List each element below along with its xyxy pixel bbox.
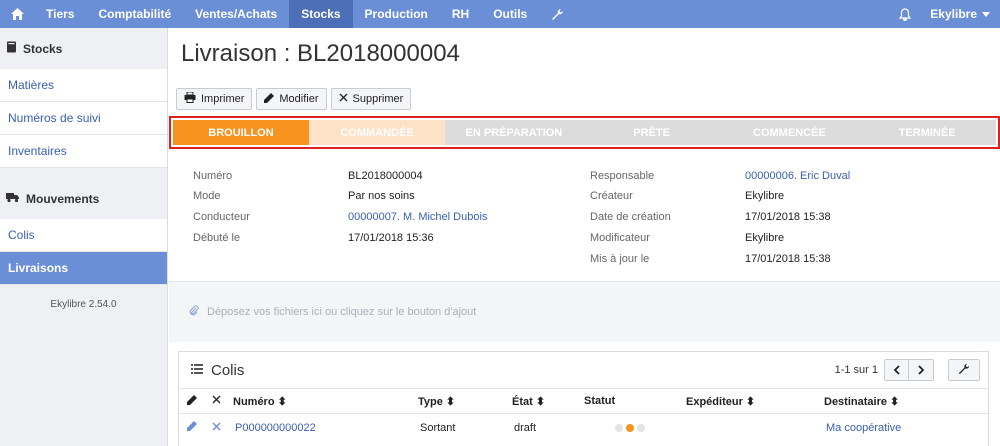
sidebar-item-numeros-de-suivi[interactable]: Numéros de suivi (0, 102, 167, 135)
sidebar-section-stocks: Stocks (0, 28, 167, 69)
detail-label: Mode (193, 190, 221, 202)
page-title: Livraison : BL2018000004 (181, 40, 460, 67)
pager (884, 359, 934, 381)
state-commandee[interactable]: COMMANDÉE (309, 120, 445, 145)
book-icon (6, 41, 17, 56)
printer-icon (184, 91, 196, 106)
toolbar: Imprimer Modifier Supprimer (176, 88, 412, 110)
home-icon[interactable] (0, 0, 34, 28)
sidebar: Stocks Matières Numéros de suivi Inventa… (0, 28, 168, 446)
detail-value-debute-le: 17/01/2018 15:36 (348, 232, 434, 244)
state-prete[interactable]: PRÊTE (582, 120, 721, 145)
detail-value-numero: BL2018000004 (348, 170, 423, 182)
detail-label: Responsable (590, 170, 655, 182)
detail-value-mode: Par nos soins (348, 190, 415, 202)
cell-destinataire-link[interactable]: Ma coopérative (826, 422, 901, 434)
file-dropzone[interactable]: Déposez vos fichiers ici ou cliquez sur … (169, 282, 1000, 342)
detail-label: Numéro (193, 170, 233, 182)
state-progress-bar: BROUILLON COMMANDÉE EN PRÉPARATION PRÊTE… (169, 116, 1000, 149)
detail-label: Mis à jour le (590, 253, 650, 265)
paperclip-icon (189, 305, 199, 319)
colis-panel: Colis 1-1 sur 1 Numéro ⬍ Type ⬍ État ⬍ S… (178, 351, 989, 446)
colis-table-header: Numéro ⬍ Type ⬍ État ⬍ Statut Expéditeur… (179, 389, 988, 414)
column-header-destinataire[interactable]: Destinataire ⬍ (824, 395, 899, 408)
nav-item-comptabilite[interactable]: Comptabilité (86, 0, 183, 28)
edit-label: Modifier (279, 93, 319, 105)
sidebar-section-label: Mouvements (26, 191, 100, 206)
detail-value-mis-a-jour: 17/01/2018 15:38 (745, 253, 831, 265)
dropzone-text: Déposez vos fichiers ici ou cliquez sur … (207, 306, 477, 318)
wrench-icon[interactable] (539, 0, 575, 28)
state-terminee[interactable]: TERMINÉE (858, 120, 996, 145)
list-icon (191, 363, 203, 377)
delete-button[interactable]: Supprimer (330, 88, 412, 110)
detail-value-createur: Ekylibre (745, 190, 785, 202)
detail-value-modificateur: Ekylibre (745, 232, 785, 244)
status-dot (615, 423, 623, 432)
print-button[interactable]: Imprimer (176, 88, 253, 110)
nav-item-tiers[interactable]: Tiers (34, 0, 86, 28)
user-name: Ekylibre (930, 7, 977, 21)
pencil-icon (264, 92, 275, 106)
edit-row-pencil-icon[interactable] (187, 421, 197, 434)
nav-item-stocks[interactable]: Stocks (289, 0, 353, 28)
edit-button[interactable]: Modifier (256, 88, 327, 110)
nav-item-outils[interactable]: Outils (481, 0, 539, 28)
table-settings-button[interactable] (948, 359, 980, 381)
close-icon (212, 395, 221, 407)
nav-item-production[interactable]: Production (353, 0, 440, 28)
state-commencee[interactable]: COMMENCÉE (720, 120, 859, 145)
detail-value-date-creation: 17/01/2018 15:38 (745, 211, 831, 223)
detail-label: Modificateur (590, 232, 650, 244)
sidebar-section-label: Stocks (23, 41, 63, 56)
column-header-type[interactable]: Type ⬍ (418, 395, 455, 408)
colis-panel-title: Colis (211, 361, 245, 379)
colis-panel-header: Colis 1-1 sur 1 (179, 352, 988, 389)
sidebar-item-matieres[interactable]: Matières (0, 69, 167, 102)
cell-numero-link[interactable]: P000000000022 (235, 422, 316, 434)
column-header-numero[interactable]: Numéro ⬍ (233, 395, 287, 408)
nav-item-ventes-achats[interactable]: Ventes/Achats (183, 0, 289, 28)
detail-value-responsable[interactable]: 00000006. Eric Duval (745, 170, 850, 186)
detail-label: Créateur (590, 190, 633, 202)
column-header-expediteur[interactable]: Expéditeur ⬍ (686, 395, 755, 408)
table-row: P000000000022 Sortant draft Ma coopérati… (179, 414, 988, 441)
print-label: Imprimer (201, 93, 245, 105)
column-header-etat[interactable]: État ⬍ (512, 395, 545, 408)
truck-icon (6, 192, 20, 206)
status-dot-active (626, 423, 634, 432)
sidebar-item-colis[interactable]: Colis (0, 219, 167, 252)
wrench-icon (958, 363, 970, 378)
delete-row-close-icon[interactable] (212, 422, 221, 434)
pencil-icon (187, 394, 197, 408)
cell-type: Sortant (420, 421, 456, 434)
detail-label: Conducteur (193, 211, 250, 223)
app-version: Ekylibre 2.54.0 (50, 299, 117, 310)
status-lights (615, 423, 645, 432)
detail-label: Date de création (590, 211, 671, 223)
main-content: Livraison : BL2018000004 Imprimer Modifi… (169, 28, 1000, 446)
detail-value-conducteur[interactable]: 00000007. M. Michel Dubois (348, 211, 487, 227)
chevron-right-icon[interactable] (909, 360, 933, 380)
user-menu[interactable]: Ekylibre (922, 7, 1000, 21)
cell-etat: draft (514, 421, 537, 434)
top-navbar: Tiers Comptabilité Ventes/Achats Stocks … (0, 0, 1000, 28)
delete-label: Supprimer (352, 93, 404, 105)
bell-icon[interactable] (888, 0, 922, 28)
detail-label: Débuté le (193, 232, 241, 244)
status-dot (637, 423, 645, 432)
column-header-statut: Statut (584, 395, 616, 407)
state-brouillon[interactable]: BROUILLON (173, 120, 309, 145)
pagination-info: 1-1 sur 1 (834, 364, 878, 376)
chevron-down-icon (982, 7, 990, 21)
sidebar-item-inventaires[interactable]: Inventaires (0, 135, 167, 168)
nav-item-rh[interactable]: RH (440, 0, 481, 28)
state-en-preparation[interactable]: EN PRÉPARATION (445, 120, 583, 145)
chevron-left-icon[interactable] (885, 360, 909, 380)
close-icon (339, 93, 348, 105)
sidebar-item-livraisons[interactable]: Livraisons (0, 252, 167, 285)
sidebar-section-mouvements: Mouvements (0, 178, 167, 219)
